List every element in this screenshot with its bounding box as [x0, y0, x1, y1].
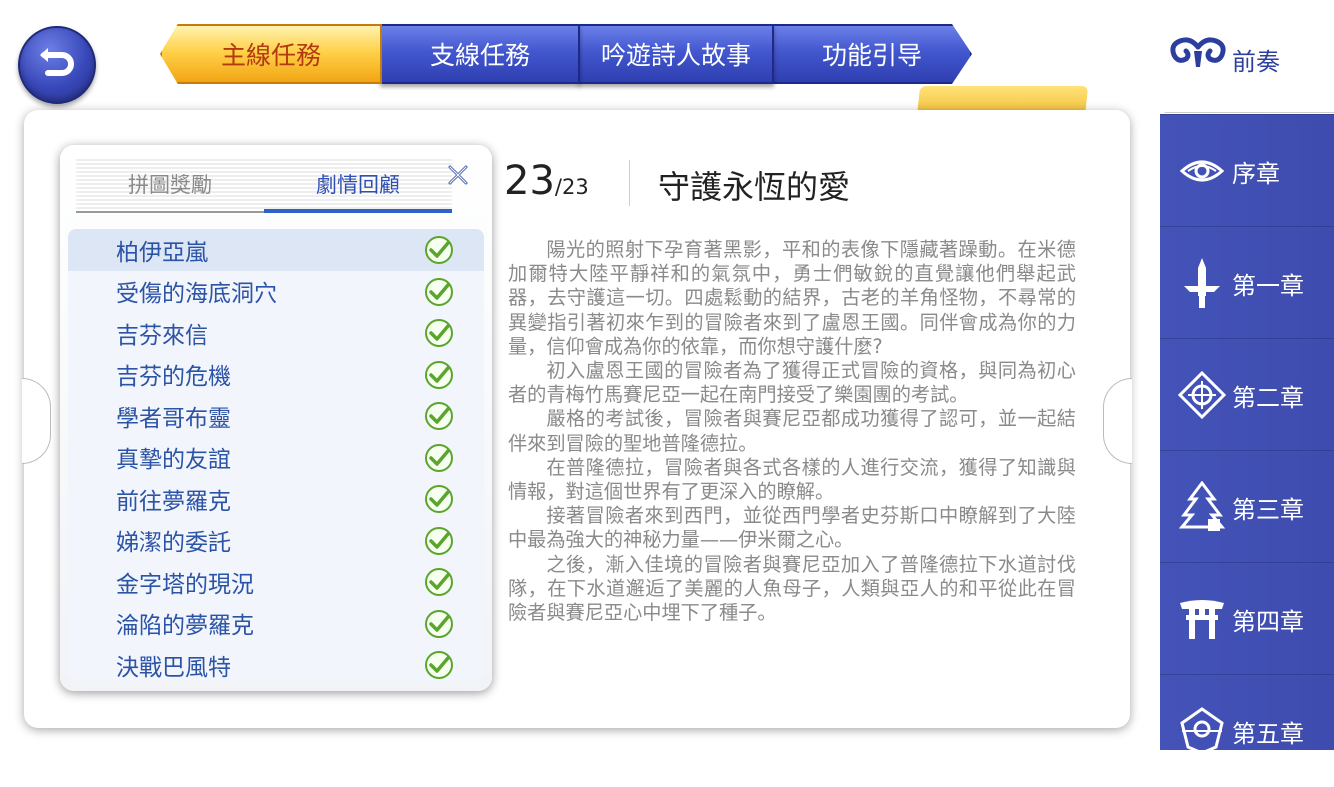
quest-list[interactable]: 柏伊亞嵐受傷的海底洞穴 吉芬來信吉芬的危機學者哥布靈真摯的友誼前往夢羅克娣潔的委託…	[68, 229, 484, 681]
quest-row[interactable]: 淪陷的夢羅克	[68, 602, 484, 644]
tab-story-review[interactable]: 劇情回顧	[264, 169, 452, 199]
quest-label: 淪陷的夢羅克	[116, 613, 254, 640]
sidebar-item-prelude[interactable]: 前奏	[1146, 0, 1334, 113]
tab-puzzle-rewards[interactable]: 拼圖獎勵	[76, 169, 264, 199]
sidebar-item-chapter-2[interactable]: 第二章	[1160, 338, 1334, 451]
quest-label: 娣潔的委託	[116, 530, 231, 557]
compass-icon	[1178, 371, 1226, 419]
check-icon	[424, 277, 454, 311]
sword-icon	[1184, 258, 1220, 308]
torii-icon	[1180, 600, 1224, 639]
tab-main-quests[interactable]: 主線任務	[160, 24, 382, 84]
quest-row[interactable]: 學者哥布靈	[68, 395, 484, 437]
sidebar-item-label: 前奏	[1232, 48, 1280, 76]
quest-label: 吉芬的危機	[116, 364, 231, 391]
quest-row[interactable]: 真摯的友誼	[68, 436, 484, 478]
tree-icon	[1178, 481, 1226, 531]
check-icon	[424, 235, 454, 269]
chapter-total: /23	[554, 175, 589, 199]
ram-horns-icon	[1170, 37, 1226, 67]
sidebar-item-label: 第二章	[1232, 383, 1304, 412]
quest-label: 吉芬來信	[116, 322, 208, 349]
tab-side-quests[interactable]: 支線任務	[380, 24, 580, 84]
quest-label: 決戰巴風特	[116, 654, 231, 681]
quest-row[interactable]: 決戰巴風特	[68, 644, 484, 681]
check-icon	[424, 650, 454, 681]
tab-label: 功能引导	[821, 41, 922, 70]
back-button[interactable]	[18, 26, 96, 104]
chapter-number: 23/23	[504, 158, 589, 204]
sidebar-item-chapter-5[interactable]: 第五章	[1160, 674, 1334, 787]
sidebar-item-label: 第五章	[1232, 719, 1304, 748]
chapter-title: 守護永恆的愛	[658, 168, 851, 206]
check-icon	[424, 360, 454, 394]
quest-label: 真摯的友誼	[116, 447, 231, 474]
tab-label: 吟遊詩人故事	[600, 41, 751, 70]
chapter-sidebar: 序章 第一章 第二章 第三章 第四章 第五章	[1160, 114, 1334, 755]
story-review-popup: 拼圖獎勵 劇情回顧 柏伊亞嵐受傷的海底洞穴 吉芬來信吉芬的危機學者哥布靈真摯的友誼…	[60, 145, 492, 691]
story-text[interactable]: 陽光的照射下孕育著黑影，平和的表像下隱藏著躁動。在米德加爾特大陸平靜祥和的氣氛中…	[508, 238, 1076, 688]
top-tab-bar: 功能引导 吟遊詩人故事 支線任務 主線任務	[160, 24, 980, 86]
quest-row[interactable]: 娣潔的委託	[68, 519, 484, 561]
popup-tab-bar: 拼圖獎勵 劇情回顧	[76, 157, 452, 213]
quest-row[interactable]: 吉芬的危機	[68, 353, 484, 395]
sidebar-item-label: 序章	[1232, 159, 1280, 188]
quest-label: 金字塔的現況	[116, 571, 254, 598]
tab-guide[interactable]: 功能引导	[772, 24, 972, 84]
tab-label: 支線任務	[429, 41, 530, 70]
story-paragraph: 接著冒險者來到西門，並從西門學者史芬斯口中瞭解到了大陸中最為強大的神秘力量——伊…	[508, 504, 1076, 552]
back-arrow-icon	[40, 48, 74, 76]
quest-label: 學者哥布靈	[116, 405, 231, 432]
check-icon	[424, 318, 454, 352]
check-icon	[424, 609, 454, 643]
quest-label: 柏伊亞嵐	[116, 239, 208, 266]
story-paragraph: 嚴格的考試後，冒險者與賽尼亞都成功獲得了認可，並一起結伴來到冒險的聖地普隆德拉。	[508, 407, 1076, 455]
quest-row[interactable]: 吉芬來信	[68, 312, 484, 354]
quest-label: 前往夢羅克	[116, 488, 231, 515]
sidebar-item-chapter-1[interactable]: 第一章	[1160, 226, 1334, 339]
quest-row[interactable]: 前往夢羅克	[68, 478, 484, 520]
sidebar-item-chapter-4[interactable]: 第四章	[1160, 562, 1334, 675]
check-icon	[424, 567, 454, 601]
quest-row[interactable]: 金字塔的現況	[68, 561, 484, 603]
quest-label: 受傷的海底洞穴	[116, 281, 277, 308]
check-icon	[424, 484, 454, 518]
crest-icon	[1180, 707, 1224, 755]
sidebar-item-chapter-3[interactable]: 第三章	[1160, 450, 1334, 563]
close-icon[interactable]	[446, 163, 470, 194]
story-paragraph: 初入盧恩王國的冒險者為了獲得正式冒險的資格，與同為初心者的青梅竹馬賽尼亞一起在南…	[508, 359, 1076, 407]
check-icon	[424, 443, 454, 477]
title-divider	[629, 160, 630, 206]
panel-notch-right	[1103, 378, 1132, 464]
check-icon	[424, 401, 454, 435]
sidebar-item-label: 第三章	[1232, 495, 1304, 524]
story-paragraph: 陽光的照射下孕育著黑影，平和的表像下隱藏著躁動。在米德加爾特大陸平靜祥和的氣氛中…	[508, 238, 1076, 358]
story-paragraph: 在普隆德拉，冒險者與各式各樣的人進行交流，獲得了知識與情報，對這個世界有了更深入…	[508, 455, 1076, 504]
sidebar-item-label: 第四章	[1232, 607, 1304, 636]
sidebar-item-label: 第一章	[1232, 271, 1304, 300]
quest-row[interactable]: 柏伊亞嵐	[68, 229, 484, 271]
tab-bard-stories[interactable]: 吟遊詩人故事	[578, 24, 774, 84]
sidebar-item-prologue[interactable]: 序章	[1160, 114, 1334, 227]
tab-label: 主線任務	[220, 41, 321, 70]
eye-icon	[1179, 160, 1225, 182]
quest-row[interactable]: 受傷的海底洞穴	[68, 270, 484, 312]
story-paragraph: 之後，漸入佳境的冒險者與賽尼亞加入了普隆德拉下水道討伐隊，在下水道邂逅了美麗的人…	[508, 552, 1076, 625]
tab-active-indicator	[264, 209, 452, 213]
panel-notch-left	[22, 378, 51, 464]
check-icon	[424, 526, 454, 560]
